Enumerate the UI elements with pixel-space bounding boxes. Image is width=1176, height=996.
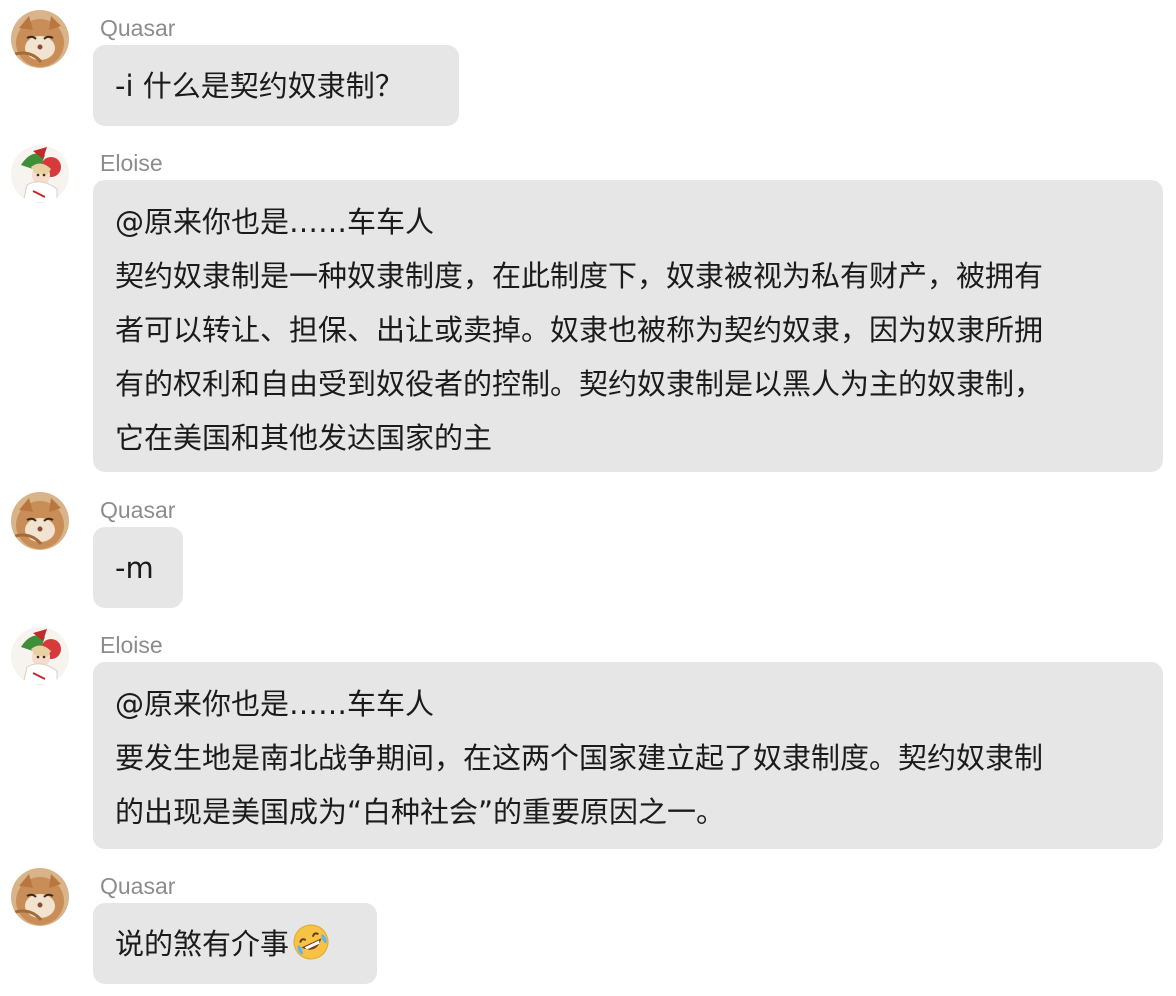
message-text: 说的煞有介事 [115,917,331,971]
message-text: -m [115,550,154,585]
message-bubble[interactable]: -i 什么是契约奴隶制？ [93,45,459,126]
sender-name: Quasar [100,497,176,523]
message-text: -i 什么是契约奴隶制？ [115,68,404,103]
message-bubble[interactable]: 说的煞有介事 [93,903,377,984]
avatar-eloise[interactable] [11,145,69,203]
message-text-line: 契约奴隶制是一种奴隶制度，在此制度下，奴隶被视为私有财产，被拥有 [115,259,1044,293]
sender-name: Quasar [100,873,176,899]
cat-avatar-icon [11,868,69,926]
mention-line: @原来你也是……车车人 [115,687,435,721]
rolling-on-floor-laughing-emoji [293,924,329,959]
avatar-eloise[interactable] [11,627,69,685]
message-text-line: 它在美国和其他发达国家的主 [115,421,493,455]
message-bubble[interactable]: @原来你也是……车车人 契约奴隶制是一种奴隶制度，在此制度下，奴隶被视为私有财产… [93,180,1163,472]
message-bubble[interactable]: -m [93,527,183,608]
mention-line: @原来你也是……车车人 [115,205,435,239]
message-text-content: 说的煞有介事 [115,926,290,961]
cat-avatar-icon [11,10,69,68]
cat-avatar-icon [11,492,69,550]
avatar-quasar[interactable] [11,10,69,68]
avatar-quasar[interactable] [11,492,69,550]
anime-girl-avatar-icon [11,627,69,685]
sender-name: Eloise [100,150,163,176]
avatar-quasar[interactable] [11,868,69,926]
message-text-line: 者可以转让、担保、出让或卖掉。奴隶也被称为契约奴隶，因为奴隶所拥 [115,313,1044,347]
sender-name: Quasar [100,15,176,41]
message-text-line: 有的权利和自由受到奴役者的控制。契约奴隶制是以黑人为主的奴隶制， [115,367,1044,401]
anime-girl-avatar-icon [11,145,69,203]
sender-name: Eloise [100,632,163,658]
message-text-line: 要发生地是南北战争期间，在这两个国家建立起了奴隶制度。契约奴隶制 [115,741,1044,775]
message-bubble[interactable]: @原来你也是……车车人 要发生地是南北战争期间，在这两个国家建立起了奴隶制度。契… [93,662,1163,849]
message-text-line: 的出现是美国成为“白种社会”的重要原因之一。 [115,795,726,829]
